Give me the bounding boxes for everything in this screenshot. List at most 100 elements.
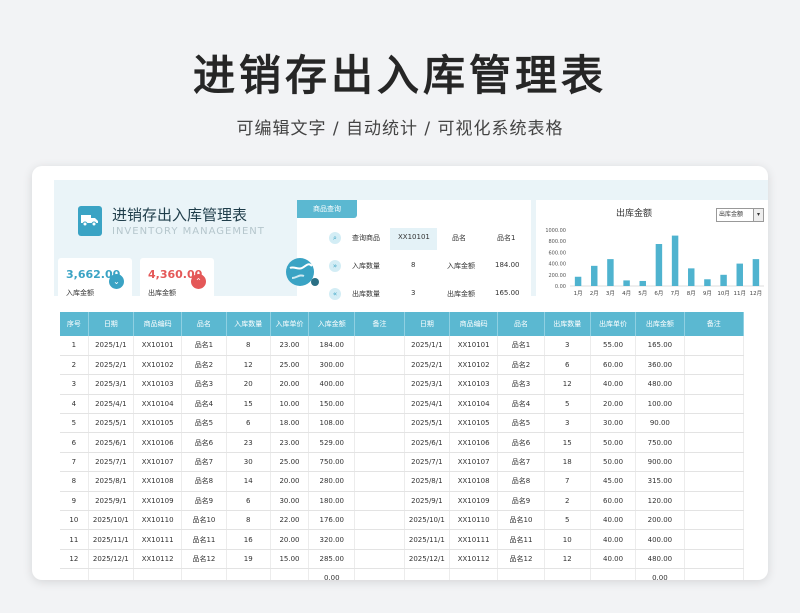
table-cell[interactable]: 品名1: [497, 336, 545, 356]
table-cell[interactable]: 25.00: [270, 452, 310, 473]
table-cell[interactable]: 10: [544, 529, 591, 550]
table-cell[interactable]: XX10107: [133, 452, 183, 473]
table-cell[interactable]: 2: [544, 491, 591, 512]
table-cell[interactable]: 品名12: [181, 549, 227, 570]
column-header[interactable]: 日期: [88, 312, 134, 336]
table-cell[interactable]: 3: [544, 413, 591, 434]
table-cell[interactable]: 品名2: [497, 355, 545, 376]
table-cell[interactable]: 3: [60, 374, 89, 395]
table-cell[interactable]: 品名7: [497, 452, 545, 473]
table-cell[interactable]: 16: [226, 529, 271, 550]
table-cell[interactable]: XX10103: [449, 374, 499, 395]
table-cell[interactable]: 2025/5/1: [88, 413, 134, 434]
table-cell[interactable]: [354, 355, 405, 376]
table-cell[interactable]: 50.00: [590, 452, 637, 473]
table-cell[interactable]: XX10101: [449, 336, 499, 356]
table-cell[interactable]: 25.00: [270, 355, 310, 376]
table-cell[interactable]: 2025/2/1: [404, 355, 451, 376]
column-header[interactable]: 出库金额: [635, 312, 685, 336]
table-cell[interactable]: 品名8: [497, 471, 545, 492]
table-cell[interactable]: 2025/12/1: [404, 549, 451, 570]
table-cell[interactable]: 360.00: [635, 355, 685, 376]
table-cell[interactable]: 2025/12/1: [88, 549, 134, 570]
table-cell[interactable]: [133, 568, 183, 580]
table-cell[interactable]: 品名3: [181, 374, 227, 395]
table-cell[interactable]: 2025/7/1: [88, 452, 134, 473]
table-cell[interactable]: 18.00: [270, 413, 310, 434]
table-cell[interactable]: [270, 568, 310, 580]
table-cell[interactable]: 400.00: [308, 374, 356, 395]
table-cell[interactable]: 8: [226, 336, 271, 356]
table-cell[interactable]: 184.00: [308, 336, 356, 356]
table-cell[interactable]: 20.00: [270, 529, 310, 550]
table-cell[interactable]: 品名11: [181, 529, 227, 550]
table-cell[interactable]: 23: [226, 432, 271, 453]
table-cell[interactable]: [684, 432, 745, 453]
table-cell[interactable]: [684, 413, 745, 434]
table-cell[interactable]: [354, 336, 405, 356]
table-cell[interactable]: 6: [544, 355, 591, 376]
table-cell[interactable]: 品名1: [181, 336, 227, 356]
table-cell[interactable]: 100.00: [635, 394, 685, 415]
table-cell[interactable]: 40.00: [590, 529, 637, 550]
table-cell[interactable]: [354, 549, 405, 570]
table-cell[interactable]: 900.00: [635, 452, 685, 473]
table-cell[interactable]: 320.00: [308, 529, 356, 550]
table-cell[interactable]: [354, 510, 405, 531]
table-cell[interactable]: [684, 336, 745, 356]
table-cell[interactable]: 10.00: [270, 394, 310, 415]
table-cell[interactable]: 285.00: [308, 549, 356, 570]
table-cell[interactable]: XX10108: [133, 471, 183, 492]
table-cell[interactable]: 529.00: [308, 432, 356, 453]
column-header[interactable]: 出库单价: [590, 312, 637, 336]
column-header[interactable]: 日期: [404, 312, 451, 336]
table-cell[interactable]: 108.00: [308, 413, 356, 434]
table-cell[interactable]: XX10110: [449, 510, 499, 531]
table-cell[interactable]: 3: [544, 336, 591, 356]
table-cell[interactable]: [226, 568, 271, 580]
table-cell[interactable]: 品名6: [181, 432, 227, 453]
table-cell[interactable]: 30.00: [270, 491, 310, 512]
table-cell[interactable]: 9: [60, 491, 89, 512]
table-cell[interactable]: XX10106: [133, 432, 183, 453]
table-cell[interactable]: 8: [60, 471, 89, 492]
table-cell[interactable]: 2025/6/1: [404, 432, 451, 453]
table-cell[interactable]: [181, 568, 227, 580]
table-cell[interactable]: 0.00: [635, 568, 685, 580]
table-cell[interactable]: 12: [60, 549, 89, 570]
table-cell[interactable]: XX10110: [133, 510, 183, 531]
table-cell[interactable]: 2025/7/1: [404, 452, 451, 473]
table-cell[interactable]: XX10111: [449, 529, 499, 550]
table-cell[interactable]: 2025/10/1: [404, 510, 451, 531]
table-cell[interactable]: [404, 568, 451, 580]
table-cell[interactable]: 315.00: [635, 471, 685, 492]
table-cell[interactable]: 15.00: [270, 549, 310, 570]
table-cell[interactable]: [684, 549, 745, 570]
table-cell[interactable]: 2025/3/1: [88, 374, 134, 395]
table-cell[interactable]: XX10106: [449, 432, 499, 453]
table-cell[interactable]: 2025/5/1: [404, 413, 451, 434]
table-cell[interactable]: 2025/8/1: [88, 471, 134, 492]
table-cell[interactable]: [88, 568, 134, 580]
table-cell[interactable]: [354, 452, 405, 473]
table-cell[interactable]: [684, 355, 745, 376]
table-cell[interactable]: XX10109: [133, 491, 183, 512]
table-cell[interactable]: XX10102: [449, 355, 499, 376]
table-cell[interactable]: [354, 491, 405, 512]
table-cell[interactable]: 12: [544, 549, 591, 570]
table-cell[interactable]: 品名10: [497, 510, 545, 531]
table-cell[interactable]: [354, 568, 405, 580]
table-cell[interactable]: 20.00: [270, 471, 310, 492]
column-header[interactable]: 序号: [60, 312, 89, 336]
table-cell[interactable]: [684, 394, 745, 415]
table-cell[interactable]: 品名9: [497, 491, 545, 512]
table-cell[interactable]: 2025/11/1: [88, 529, 134, 550]
table-cell[interactable]: 品名11: [497, 529, 545, 550]
table-cell[interactable]: 5: [60, 413, 89, 434]
table-cell[interactable]: 10: [60, 510, 89, 531]
table-cell[interactable]: 15: [226, 394, 271, 415]
table-cell[interactable]: 2025/8/1: [404, 471, 451, 492]
query-tab[interactable]: 商品查询: [297, 200, 357, 218]
table-cell[interactable]: 2025/10/1: [88, 510, 134, 531]
table-cell[interactable]: 30.00: [590, 413, 637, 434]
